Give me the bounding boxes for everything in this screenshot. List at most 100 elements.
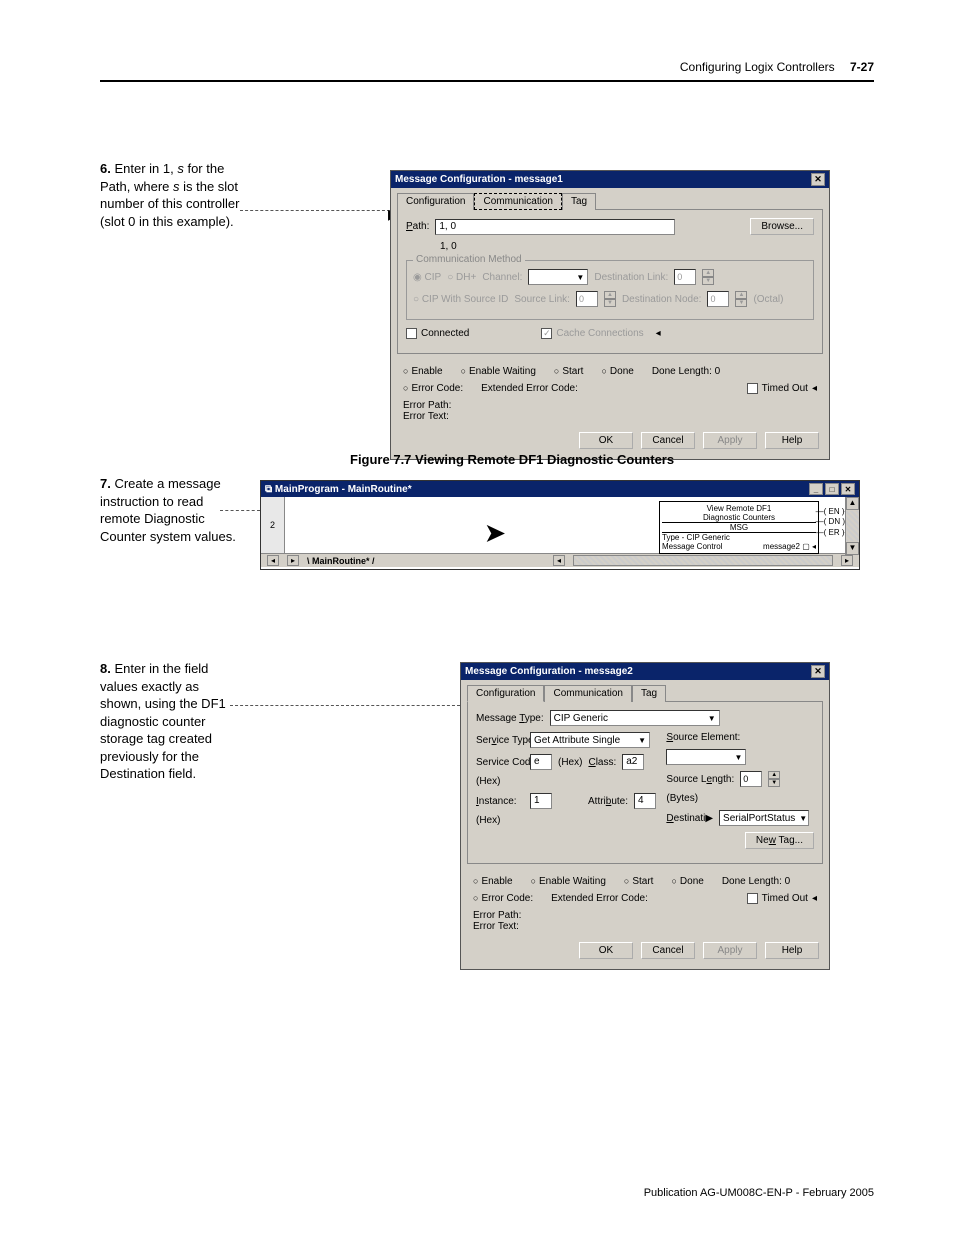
- tab-configuration[interactable]: Configuration: [467, 685, 544, 702]
- destnode-spinner[interactable]: 0: [707, 291, 729, 307]
- tab-scroll-left[interactable]: ◂: [267, 555, 279, 566]
- spinner-buttons-3[interactable]: ▲▼: [735, 291, 747, 307]
- message-config-dialog-1: Message Configuration - message1 ✕ Confi…: [390, 170, 830, 460]
- ok-button[interactable]: OK: [579, 942, 633, 959]
- instance-input[interactable]: 1: [530, 793, 552, 809]
- svctype-combo[interactable]: Get Attribute Single▼: [530, 732, 650, 748]
- maximize-icon[interactable]: □: [825, 483, 839, 495]
- spinner-buttons[interactable]: ▲▼: [702, 269, 714, 285]
- rung-arrow-icon: ➤: [485, 519, 505, 548]
- srclink-spinner[interactable]: 0: [576, 291, 598, 307]
- class-input[interactable]: a2: [622, 754, 644, 770]
- tab-communication[interactable]: Communication: [474, 193, 561, 210]
- hscroll-track[interactable]: [573, 555, 833, 566]
- hex-label-2: (Hex): [476, 776, 500, 787]
- timedout-checkbox[interactable]: Timed Out ◂: [747, 893, 817, 904]
- done-length: Done Length: 0: [652, 366, 720, 377]
- dialog2-title: Message Configuration - message2: [465, 666, 633, 677]
- browse-button[interactable]: Browse...: [750, 218, 814, 235]
- instance-label: Instance:: [476, 796, 524, 807]
- msgtype-combo[interactable]: CIP Generic▼: [550, 710, 720, 726]
- tab-configuration[interactable]: Configuration: [397, 193, 474, 210]
- close-icon[interactable]: ✕: [811, 665, 825, 678]
- section-title: Configuring Logix Controllers: [680, 60, 835, 74]
- step-6-text-a: Enter in 1,: [114, 161, 177, 176]
- done-length: Done Length: 0: [722, 876, 790, 887]
- connector-step6: [240, 210, 390, 211]
- radio-cip-source[interactable]: ○ CIP With Source ID: [413, 294, 508, 305]
- dest-label: Destinati▶: [666, 813, 713, 824]
- tab-tag[interactable]: Tag: [562, 193, 596, 210]
- status-enable-waiting: Enable Waiting: [531, 876, 606, 887]
- status-start: Start: [624, 876, 654, 887]
- srclen-spinner[interactable]: 0: [740, 771, 762, 787]
- help-button[interactable]: Help: [765, 942, 819, 959]
- radio-dhp[interactable]: ○ DH+: [447, 272, 476, 283]
- connected-checkbox[interactable]: Connected: [406, 328, 469, 339]
- attr-input[interactable]: 4: [634, 793, 656, 809]
- new-tag-button[interactable]: New Tag...: [745, 832, 814, 849]
- dialog2-status-row-2: Error Code: Extended Error Code: Timed O…: [461, 893, 829, 910]
- step-6-number: 6.: [100, 161, 111, 176]
- ok-button[interactable]: OK: [579, 432, 633, 449]
- dest-combo[interactable]: SerialPortStatus▼: [719, 810, 809, 826]
- header-rule: [100, 80, 874, 82]
- svccode-input[interactable]: e: [530, 754, 552, 770]
- msg-desc2: Diagnostic Counters: [662, 513, 816, 522]
- status-enable: Enable: [473, 876, 513, 887]
- status-error-code: Error Code:: [403, 383, 463, 394]
- status-enable-waiting: Enable Waiting: [461, 366, 536, 377]
- tab-communication[interactable]: Communication: [544, 685, 631, 702]
- status-done: Done: [671, 876, 703, 887]
- error-text: Error Text:: [391, 411, 829, 426]
- step-6: 6. Enter in 1, s for the Path, where s i…: [100, 160, 240, 230]
- step-8-number: 8.: [100, 661, 111, 676]
- dialog2-titlebar: Message Configuration - message2 ✕: [461, 663, 829, 680]
- spinner-buttons-2[interactable]: ▲▼: [604, 291, 616, 307]
- radio-cip[interactable]: ◉ CIP: [413, 272, 441, 283]
- page-number: 7-27: [850, 60, 874, 74]
- hscroll-left[interactable]: ◂: [553, 555, 565, 566]
- close-icon[interactable]: ✕: [811, 173, 825, 186]
- figure-caption: Figure 7.7 Viewing Remote DF1 Diagnostic…: [350, 452, 674, 467]
- tab-tag[interactable]: Tag: [632, 685, 666, 702]
- destnode-label: Destination Node:: [622, 294, 702, 305]
- routine-tab[interactable]: MainRoutine*: [312, 556, 370, 566]
- dialog1-titlebar: Message Configuration - message1 ✕: [391, 171, 829, 188]
- ext-error-code: Extended Error Code:: [481, 383, 578, 394]
- timedout-checkbox[interactable]: Timed Out ◂: [747, 383, 817, 394]
- destlink-spinner[interactable]: 0: [674, 269, 696, 285]
- octal-label: (Octal): [753, 294, 783, 305]
- msg-header: MSG: [662, 522, 816, 533]
- path-input[interactable]: 1, 0: [435, 219, 675, 235]
- channel-combo[interactable]: ▼: [528, 269, 588, 285]
- dialog2-button-row: OK Cancel Apply Help: [461, 936, 829, 969]
- connector-step8: [230, 705, 460, 706]
- close-icon[interactable]: ✕: [841, 483, 855, 495]
- cancel-button[interactable]: Cancel: [641, 432, 695, 449]
- hex-label-3: (Hex): [476, 815, 500, 826]
- scroll-up-icon[interactable]: ▲: [846, 497, 859, 510]
- scroll-down-icon[interactable]: ▼: [846, 542, 859, 555]
- path-hint: 1, 0: [440, 241, 814, 252]
- ladder-titlebar: ⧉ MainProgram - MainRoutine* _ □ ✕: [261, 481, 859, 497]
- dialog1-status-row-1: Enable Enable Waiting Start Done Done Le…: [391, 360, 829, 383]
- help-button[interactable]: Help: [765, 432, 819, 449]
- cancel-button[interactable]: Cancel: [641, 942, 695, 959]
- connector-step7: [220, 510, 260, 511]
- comm-method-title: Communication Method: [413, 254, 525, 265]
- hscroll-right[interactable]: ▸: [841, 555, 853, 566]
- vertical-scrollbar[interactable]: ▲ ▼: [845, 497, 859, 555]
- srclen-label: Source Length:: [666, 774, 734, 785]
- msg-instruction-block[interactable]: View Remote DF1 Diagnostic Counters MSG …: [659, 501, 819, 554]
- cache-checkbox[interactable]: ✓Cache Connections: [541, 328, 643, 339]
- apply-button[interactable]: Apply: [703, 432, 757, 449]
- minimize-icon[interactable]: _: [809, 483, 823, 495]
- spinner-buttons[interactable]: ▲▼: [768, 771, 780, 787]
- hex-label-1: (Hex): [558, 757, 582, 768]
- status-error-code: Error Code:: [473, 893, 533, 904]
- tab-scroll-right[interactable]: ▸: [287, 555, 299, 566]
- srcel-combo[interactable]: ▼: [666, 749, 746, 765]
- apply-button[interactable]: Apply: [703, 942, 757, 959]
- class-label: Class:: [588, 757, 616, 768]
